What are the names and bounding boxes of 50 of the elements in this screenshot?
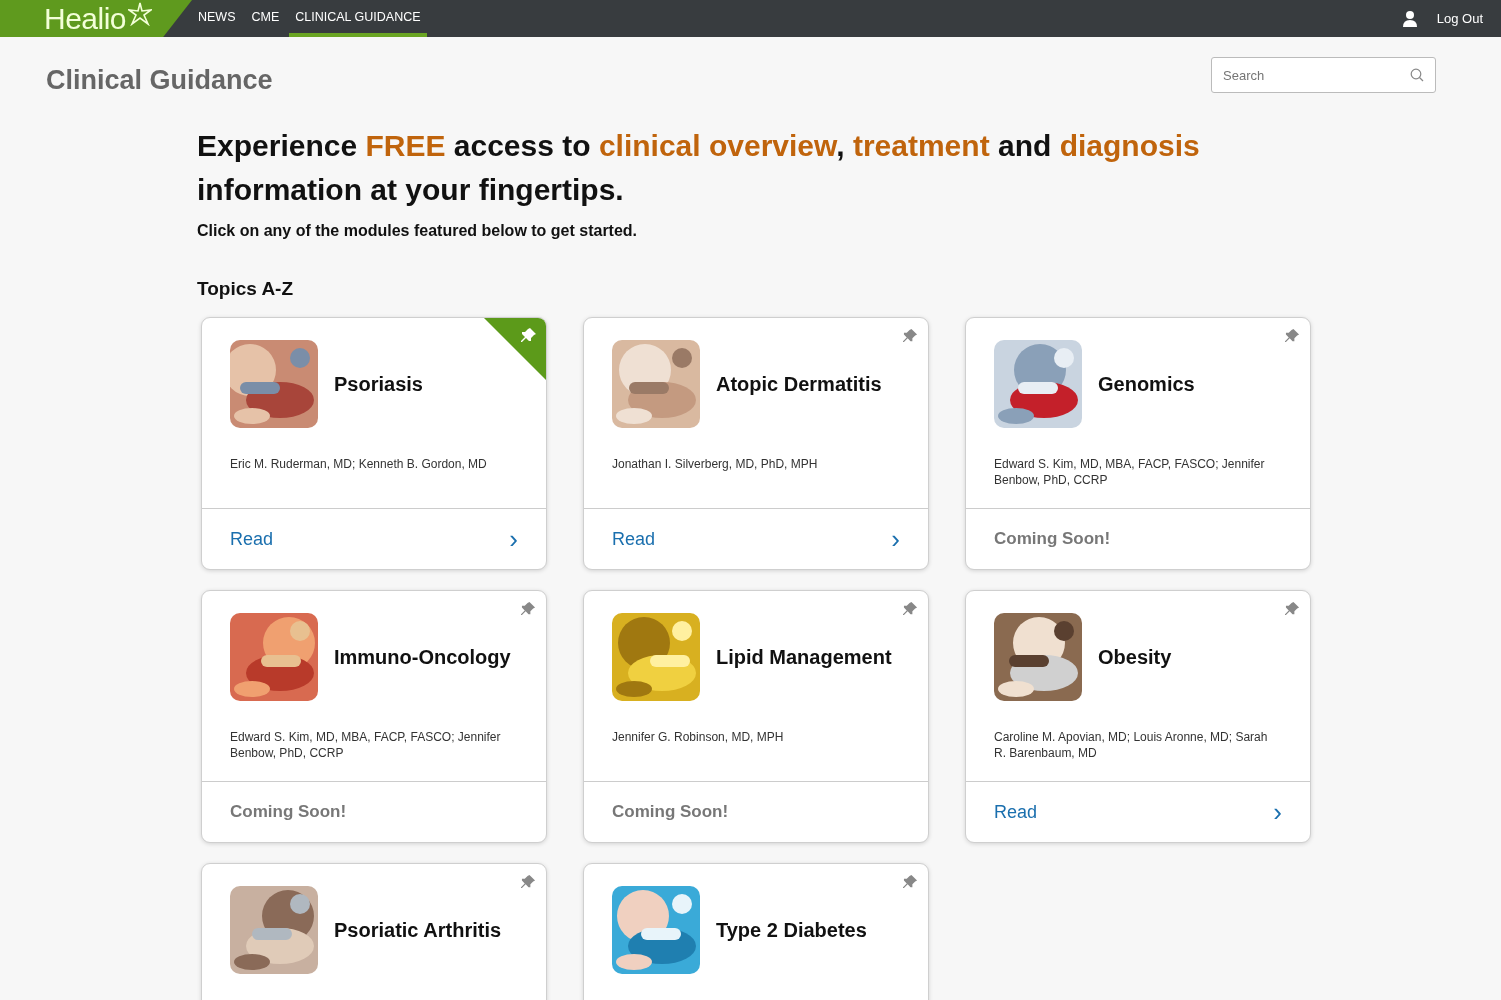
topic-card[interactable]: Type 2 Diabetes <box>583 863 929 1000</box>
search-field[interactable]: Search <box>1211 57 1436 93</box>
coming-soon-label: Coming Soon! <box>612 802 729 822</box>
pin-icon[interactable] <box>1285 601 1300 616</box>
logout-link[interactable]: Log Out <box>1430 10 1489 27</box>
chevron-icon[interactable]: › <box>1273 799 1282 825</box>
coming-soon-label: Coming Soon! <box>994 529 1111 549</box>
topic-card[interactable]: Atopic Dermatitis Jonathan I. Silverberg, MD, PhD, MPH Read › <box>583 317 929 570</box>
user-icon[interactable] <box>1402 10 1417 27</box>
topic-card[interactable]: Genomics Edward S. Kim, MD, MBA, FACP, FASCO; Jennifer Benbow, PhD, CCRP Coming Soon! <box>965 317 1311 570</box>
authors-text: Jennifer G. Robinson, MD, MPH <box>612 729 785 745</box>
nav-tab[interactable]: CLINICAL GUIDANCE <box>289 0 427 37</box>
topic-title: Obesity <box>1098 645 1172 669</box>
pin-icon[interactable] <box>903 328 918 343</box>
topic-title: Immuno-Oncology <box>334 645 511 669</box>
page-title: Clinical Guidance <box>46 65 273 96</box>
pin-icon[interactable] <box>903 601 918 616</box>
topic-title: Lipid Management <box>716 645 892 669</box>
nav-tab[interactable]: CME <box>245 0 286 37</box>
topic-card[interactable]: Lipid Management Jennifer G. Robinson, MD, MPH Coming Soon! <box>583 590 929 843</box>
authors-text: Caroline M. Apovian, MD; Louis Aronne, MD; Sarah R. Barenbaum, MD <box>994 729 1269 761</box>
headline: Experience FREE access to clinical overview, treatment and diagnosis information at your fingertips. <box>197 128 1201 208</box>
search-icon[interactable] <box>1410 68 1424 82</box>
pin-icon[interactable] <box>1285 328 1300 343</box>
authors-text: Eric M. Ruderman, MD; Kenneth B. Gordon, MD <box>230 456 488 472</box>
chevron-icon[interactable]: › <box>509 526 518 552</box>
chevron-icon[interactable]: › <box>891 526 900 552</box>
intro-text: Click on any of the modules featured below to get started. <box>197 222 639 240</box>
coming-soon-label: Coming Soon! <box>230 802 347 822</box>
pin-icon[interactable] <box>903 874 918 889</box>
authors-text: Edward S. Kim, MD, MBA, FACP, FASCO; Jennifer Benbow, PhD, CCRP <box>994 456 1266 488</box>
pin-icon[interactable] <box>521 874 536 889</box>
nav-tab[interactable]: NEWS <box>192 0 242 37</box>
topic-card[interactable]: Psoriatic Arthritis <box>201 863 547 1000</box>
topic-card[interactable]: Obesity Caroline M. Apovian, MD; Louis Aronne, MD; Sarah R. Barenbaum, MD Read › <box>965 590 1311 843</box>
authors-text: Jonathan I. Silverberg, MD, PhD, MPH <box>612 456 819 472</box>
topic-title: Genomics <box>1098 372 1195 396</box>
pinned-corner-icon[interactable] <box>484 318 546 380</box>
topic-title: Psoriatic Arthritis <box>334 918 502 942</box>
section-heading: Topics A-Z <box>197 278 295 300</box>
topic-title: Type 2 Diabetes <box>716 918 867 942</box>
topic-card[interactable]: Psoriasis Eric M. Ruderman, MD; Kenneth B. Gordon, MD Read › <box>201 317 547 570</box>
authors-text: Edward S. Kim, MD, MBA, FACP, FASCO; Jennifer Benbow, PhD, CCRP <box>230 729 502 761</box>
topic-title: Atopic Dermatitis <box>716 372 882 396</box>
read-link[interactable]: Read <box>612 528 656 550</box>
read-link[interactable]: Read <box>230 528 274 550</box>
read-link[interactable]: Read <box>994 801 1038 823</box>
pin-icon[interactable] <box>521 601 536 616</box>
topic-title: Psoriasis <box>334 372 423 396</box>
topic-card[interactable]: Immuno-Oncology Edward S. Kim, MD, MBA, FACP, FASCO; Jennifer Benbow, PhD, CCRP Coming Soon! <box>201 590 547 843</box>
